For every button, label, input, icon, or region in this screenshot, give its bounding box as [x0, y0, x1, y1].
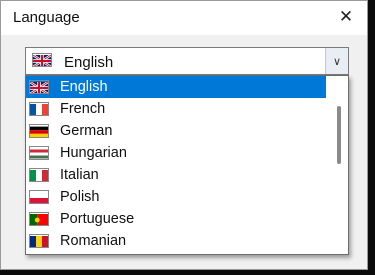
language-combobox[interactable]: English ∨	[25, 47, 349, 75]
uk-flag-icon	[29, 80, 49, 94]
hungary-flag-icon	[29, 146, 49, 160]
chevron-down-icon[interactable]: ∨	[325, 48, 348, 74]
list-item-label: Polish	[60, 189, 100, 205]
list-item-portuguese[interactable]: Portuguese	[26, 208, 326, 230]
list-item-french[interactable]: French	[26, 98, 326, 120]
germany-flag-icon	[29, 124, 49, 138]
france-flag-icon	[29, 102, 49, 116]
list-item-label: German	[60, 123, 113, 139]
list-item-label: Hungarian	[60, 145, 127, 161]
list-item-german[interactable]: German	[26, 120, 326, 142]
uk-flag-icon	[32, 53, 52, 67]
close-button[interactable]: ✕	[331, 4, 361, 30]
combobox-selected-value: English	[64, 54, 114, 71]
language-dropdown-list: English French German Hungarian Italian	[25, 75, 349, 255]
poland-flag-icon	[29, 190, 49, 204]
portugal-flag-icon	[29, 212, 49, 226]
italy-flag-icon	[29, 168, 49, 182]
list-item-label: English	[60, 79, 108, 95]
list-item-label: Romanian	[60, 233, 127, 249]
title-bar: Language ✕	[1, 1, 367, 35]
scrollbar-thumb[interactable]	[337, 106, 341, 164]
list-item-label: Portuguese	[60, 211, 135, 227]
list-item-english[interactable]: English	[26, 76, 326, 98]
list-item-hungarian[interactable]: Hungarian	[26, 142, 326, 164]
language-dialog: Language ✕ English ∨ English French Germ…	[0, 0, 368, 270]
romania-flag-icon	[29, 234, 49, 248]
list-item-romanian[interactable]: Romanian	[26, 230, 326, 252]
list-item-polish[interactable]: Polish	[26, 186, 326, 208]
list-scrollbar[interactable]	[330, 76, 348, 254]
list-item-italian[interactable]: Italian	[26, 164, 326, 186]
dialog-title: Language	[13, 9, 80, 26]
list-item-label: Italian	[60, 167, 99, 183]
list-item-label: French	[60, 101, 106, 117]
